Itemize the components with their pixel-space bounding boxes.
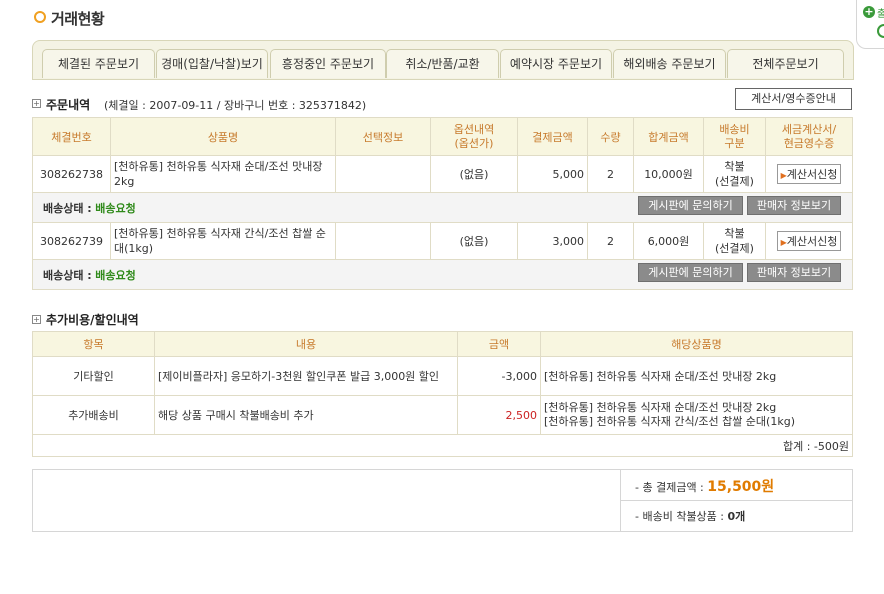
side-widget-label: 출 <box>877 9 884 20</box>
select-info <box>335 222 431 260</box>
shipping-type: 착불 (선결제) <box>703 222 766 260</box>
shipping-status-value: 배송요청 <box>95 268 136 282</box>
board-inquiry-button[interactable]: 게시판에 문의하기 <box>638 196 743 215</box>
section-expand-icon: + <box>32 99 41 108</box>
payment-summary: - 총 결제금액 : 15,500원 - 배송비 착불상품 : 0개 <box>32 469 853 532</box>
related-product: [천하유통] 천하유통 식자재 순대/조선 맛내장 2kg <box>540 356 853 396</box>
shipping-status-label: 배송상태 : <box>43 201 92 215</box>
total-amount: 10,000원 <box>633 155 704 193</box>
col-header-order-no: 체결번호 <box>32 117 111 156</box>
tab-reserved-market[interactable]: 예약시장 주문보기 <box>500 49 612 78</box>
col-header-content: 내용 <box>154 331 458 357</box>
col-header-select-info: 선택정보 <box>335 117 431 156</box>
tab-overseas-shipping[interactable]: 해외배송 주문보기 <box>613 49 726 78</box>
order-section-subtitle: (체결일 : 2007-09-11 / 장바구니 번호 : 325371842) <box>104 99 367 112</box>
seller-info-button[interactable]: 판매자 정보보기 <box>747 263 841 282</box>
tab-all-orders[interactable]: 전체주문보기 <box>727 49 844 78</box>
quantity: 2 <box>587 222 634 260</box>
extra-item: 기타할인 <box>32 356 155 396</box>
side-quick-widget[interactable]: + 출 <box>856 0 884 49</box>
title-bullet-icon <box>34 11 46 23</box>
col-header-qty: 수량 <box>587 117 634 156</box>
receipt-request-label: 계산서신청 <box>786 235 838 248</box>
page-title: 거래현황 <box>51 10 105 28</box>
section-expand-icon: + <box>32 315 41 324</box>
cod-items-label: - 배송비 착불상품 : <box>635 510 725 523</box>
tab-negotiating[interactable]: 흥정중인 주문보기 <box>270 49 386 78</box>
col-header-receipt: 세금계산서/ 현금영수증 <box>765 117 853 156</box>
receipt-request-button[interactable]: ▶계산서신청 <box>776 231 842 251</box>
plus-icon[interactable]: + <box>863 6 875 18</box>
quantity: 2 <box>587 155 634 193</box>
col-header-shipping-type: 배송비 구분 <box>703 117 766 156</box>
shipping-type: 착불 (선결제) <box>703 155 766 193</box>
select-info <box>335 155 431 193</box>
extra-cost-table: 항목 내용 금액 해당상품명 기타할인 [제이비플라자] 응모하기-3천원 할인… <box>32 331 853 457</box>
order-tabs: 체결된 주문보기 경매(입찰/낙찰)보기 흥정중인 주문보기 취소/반품/교환 … <box>32 40 854 80</box>
refresh-icon[interactable] <box>877 24 884 38</box>
table-row: 기타할인 [제이비플라자] 응모하기-3천원 할인쿠폰 발급 3,000원 할인… <box>32 356 853 396</box>
extra-section-title: 추가비용/할인내역 <box>46 313 139 327</box>
extra-item: 추가배송비 <box>32 395 155 435</box>
options: (없음) <box>430 222 518 260</box>
divider <box>621 500 853 501</box>
total-payment-value: 15,500원 <box>707 479 775 495</box>
table-row: 308262739 [천하유통] 천하유통 식자재 간식/조선 찹쌀 순대(1k… <box>32 222 853 260</box>
related-product: [천하유통] 천하유통 식자재 간식/조선 찹쌀 순대(1kg) <box>544 415 795 428</box>
seller-info-button[interactable]: 판매자 정보보기 <box>747 196 841 215</box>
related-product: [천하유통] 천하유통 식자재 순대/조선 맛내장 2kg <box>544 401 777 414</box>
product-name-link[interactable]: [천하유통] 천하유통 식자재 순대/조선 맛내장 2kg <box>110 155 336 193</box>
board-inquiry-button[interactable]: 게시판에 문의하기 <box>638 263 743 282</box>
cod-items-value: 0개 <box>727 510 746 523</box>
shipping-status-label: 배송상태 : <box>43 268 92 282</box>
extra-content: [제이비플라자] 응모하기-3천원 할인쿠폰 발급 3,000원 할인 <box>154 356 458 396</box>
receipt-request-label: 계산서신청 <box>786 168 838 181</box>
total-payment-label: - 총 결제금액 : <box>635 481 704 494</box>
order-number: 308262738 <box>32 155 111 193</box>
price: 5,000 <box>517 155 588 193</box>
shipping-status-value: 배송요청 <box>95 201 136 215</box>
total-amount: 6,000원 <box>633 222 704 260</box>
order-number: 308262739 <box>32 222 111 260</box>
shipping-status-row: 배송상태 : 배송요청 게시판에 문의하기 판매자 정보보기 <box>32 192 853 223</box>
order-table: 체결번호 상품명 선택정보 옵션내역 (옵션가) 결제금액 수량 합계금액 배송… <box>32 117 853 290</box>
table-row: 308262738 [천하유통] 천하유통 식자재 순대/조선 맛내장 2kg … <box>32 155 853 193</box>
tab-completed-orders[interactable]: 체결된 주문보기 <box>42 49 155 78</box>
options: (없음) <box>430 155 518 193</box>
tab-cancel-return[interactable]: 취소/반품/교환 <box>386 49 499 78</box>
product-name-link[interactable]: [천하유통] 천하유통 식자재 간식/조선 찹쌀 순대(1kg) <box>110 222 336 260</box>
col-header-options: 옵션내역 (옵션가) <box>430 117 518 156</box>
col-header-related-product: 해당상품명 <box>540 331 853 357</box>
col-header-price: 결제금액 <box>517 117 588 156</box>
extra-content: 해당 상품 구매시 착불배송비 추가 <box>154 395 458 435</box>
col-header-product: 상품명 <box>110 117 336 156</box>
extra-sum: 합계 : -500원 <box>32 434 853 457</box>
extra-amount: -3,000 <box>457 356 541 396</box>
col-header-item: 항목 <box>32 331 155 357</box>
price: 3,000 <box>517 222 588 260</box>
col-header-amount: 금액 <box>457 331 541 357</box>
receipt-guide-button[interactable]: 계산서/영수증안내 <box>735 88 852 110</box>
table-row: 추가배송비 해당 상품 구매시 착불배송비 추가 2,500 [천하유통] 천하… <box>32 395 853 435</box>
shipping-status-row: 배송상태 : 배송요청 게시판에 문의하기 판매자 정보보기 <box>32 259 853 290</box>
col-header-total: 합계금액 <box>633 117 704 156</box>
order-section-title: 주문내역 <box>46 98 91 112</box>
tab-auction[interactable]: 경매(입찰/낙찰)보기 <box>156 49 268 78</box>
extra-amount: 2,500 <box>457 395 541 435</box>
receipt-request-button[interactable]: ▶계산서신청 <box>776 164 842 184</box>
